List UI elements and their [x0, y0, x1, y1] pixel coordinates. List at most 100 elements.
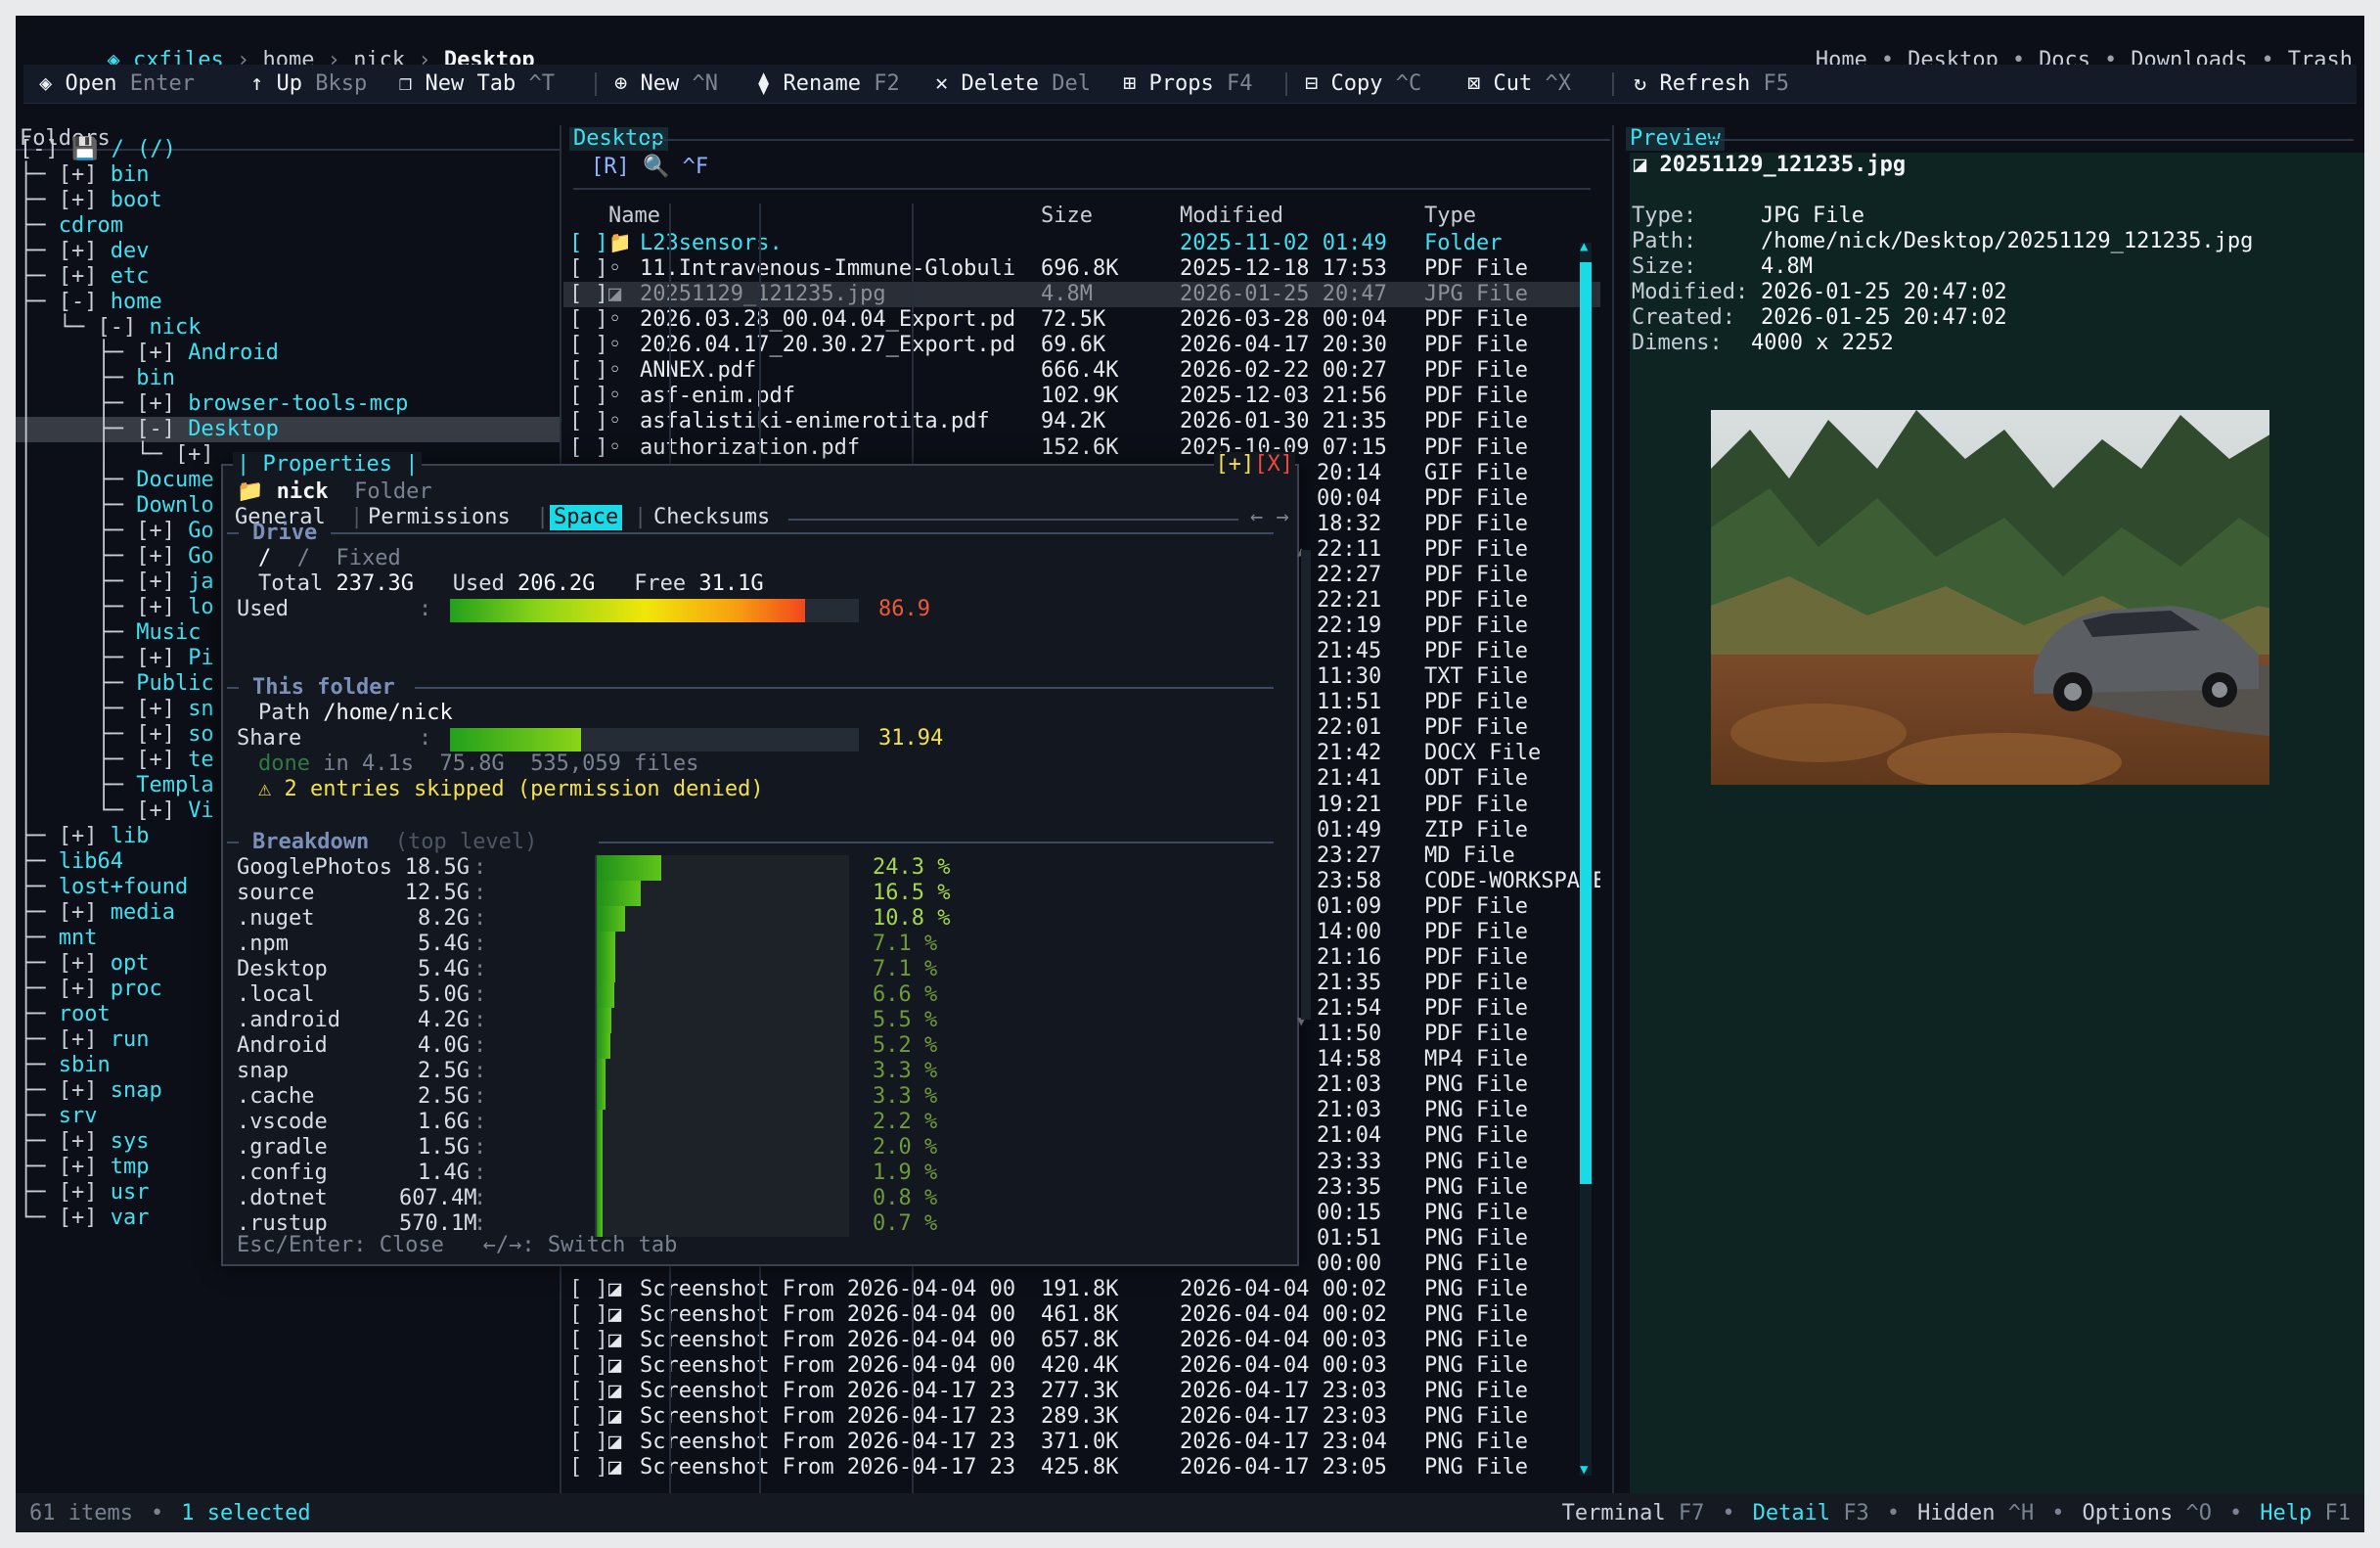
file-name: Screenshot From 2026-04-04 00: [640, 1302, 1016, 1327]
new-tab-button[interactable]: ❐ New Tab ^T: [399, 71, 555, 96]
folder-tree-item[interactable]: ├─ [+] bin: [16, 162, 560, 188]
file-row[interactable]: [ ] ◪ 20251129_121235.jpg 4.8M 2026-01-25 20…: [563, 282, 1600, 307]
cut-button[interactable]: ⊠ Cut ^X: [1467, 71, 1571, 96]
scan-size: 75.8G: [439, 751, 505, 776]
props-button[interactable]: ⊞ Props F4: [1123, 71, 1252, 96]
open-button[interactable]: ◈ Open Enter: [39, 71, 195, 96]
folder-name: Vi: [188, 798, 214, 823]
new-tab-key: ^T: [528, 71, 555, 96]
tab-checksums[interactable]: Checksums: [650, 505, 774, 530]
options-button[interactable]: Options ^O: [2083, 1501, 2212, 1525]
row-checkbox[interactable]: [ ]: [569, 1302, 608, 1328]
folder-name: run: [110, 1027, 150, 1052]
search-hint[interactable]: [R] 🔍 ^F: [591, 155, 708, 180]
file-type: DOCX File: [1424, 741, 1542, 765]
detail-button[interactable]: Detail F3: [1753, 1501, 1869, 1525]
row-checkbox[interactable]: [ ]: [569, 1455, 608, 1480]
folder-tree-item[interactable]: │ ├─ bin: [16, 366, 560, 391]
folder-tree-item[interactable]: ├─ cdrom: [16, 213, 560, 239]
up-button[interactable]: ↑ Up Bksp: [250, 71, 367, 96]
file-row[interactable]: [ ] ◪ Screenshot From 2026-04-17 23 425.8K 2…: [563, 1455, 1600, 1480]
preview-field: Path: /home/nick/Desktop/20251129_121235.…: [1632, 229, 2253, 254]
file-row[interactable]: [ ] ◪ Screenshot From 2026-04-04 00 657.8K 2…: [563, 1328, 1600, 1353]
rename-button[interactable]: ⧫ Rename F2: [757, 71, 900, 96]
file-row[interactable]: [ ] ◪ Screenshot From 2026-04-04 00 420.4K 2…: [563, 1353, 1600, 1379]
file-row[interactable]: [ ] ◪ Screenshot From 2026-04-04 00 191.8K 2…: [563, 1277, 1600, 1302]
file-row[interactable]: [ ] ◦ asfalistiki-enimerotita.pdf 94.2K 2026…: [563, 409, 1600, 434]
tab-nav-arrows[interactable]: ← →: [1250, 505, 1289, 529]
breakdown-subheading: (top level): [394, 830, 538, 854]
row-checkbox[interactable]: [ ]: [569, 435, 608, 461]
row-checkbox[interactable]: [ ]: [569, 282, 608, 307]
new-label: New: [640, 71, 680, 96]
copy-button[interactable]: ⊟ Copy ^C: [1305, 71, 1421, 96]
breakdown-name: Android: [237, 1033, 328, 1058]
file-type: PNG File: [1424, 1072, 1528, 1097]
delete-button[interactable]: ✕ Delete Del: [935, 71, 1091, 96]
folder-tree-item[interactable]: ├─ [-] home: [16, 290, 560, 315]
file-type: PDF File: [1424, 512, 1528, 536]
row-checkbox[interactable]: [ ]: [569, 409, 608, 434]
new-button[interactable]: ⊕ New ^N: [614, 71, 718, 96]
file-row[interactable]: [ ] ◪ Screenshot From 2026-04-17 23 371.0K 2…: [563, 1430, 1600, 1455]
tree-branch: ├─ [+]: [20, 900, 111, 925]
file-row[interactable]: [ ] ◪ Screenshot From 2026-04-17 23 277.3K 2…: [563, 1379, 1600, 1404]
folder-tree-item[interactable]: │ ├─ [-] Desktop: [16, 417, 560, 442]
folder-tree-item[interactable]: [-] 💾 / (/): [16, 137, 560, 162]
scroll-down-icon[interactable]: ▼: [1580, 1462, 1588, 1478]
column-type[interactable]: Type: [1424, 204, 1476, 228]
file-type: PNG File: [1424, 1098, 1528, 1122]
row-checkbox[interactable]: [ ]: [569, 1404, 608, 1430]
file-type-icon: ◪: [608, 1430, 622, 1454]
scrollbar-thumb[interactable]: [1580, 262, 1592, 1184]
row-checkbox[interactable]: [ ]: [569, 333, 608, 358]
folder-tree-item[interactable]: │ └─ [-] nick: [16, 315, 560, 341]
column-name[interactable]: Name: [608, 204, 660, 228]
file-row[interactable]: [ ] ◦ ANNEX.pdf 666.4K 2026-02-22 00:27 PDF F…: [563, 358, 1600, 384]
file-row[interactable]: [ ] ◦ 2026.03.28_00.04.04_Export.pd 72.5K 20…: [563, 307, 1600, 333]
scroll-up-icon[interactable]: ▲: [1580, 239, 1588, 254]
file-type: ODT File: [1424, 766, 1528, 791]
row-checkbox[interactable]: [ ]: [569, 231, 608, 256]
file-modified: 2026-03-28 00:04: [1180, 307, 1387, 332]
file-row[interactable]: [ ] ◦ asf-enim.pdf 102.9K 2025-12-03 21:56 PD…: [563, 384, 1600, 409]
file-size: 94.2K: [1041, 409, 1106, 433]
folder-tree-item[interactable]: ├─ [+] dev: [16, 239, 560, 264]
file-list-scrollbar[interactable]: ▲ ▼: [1580, 239, 1592, 1478]
row-checkbox[interactable]: [ ]: [569, 1379, 608, 1404]
file-row[interactable]: [ ] ◦ 2026.04.17_20.30.27_Export.pd 69.6K 20…: [563, 333, 1600, 358]
terminal-button[interactable]: Terminal F7: [1562, 1501, 1705, 1525]
row-checkbox[interactable]: [ ]: [569, 384, 608, 409]
column-modified[interactable]: Modified: [1180, 204, 1283, 228]
row-checkbox[interactable]: [ ]: [569, 307, 608, 333]
folder-tree-item[interactable]: │ ├─ [+] Android: [16, 341, 560, 366]
refresh-button[interactable]: ↻ Refresh F5: [1634, 71, 1789, 96]
breakdown-bar: [595, 906, 849, 932]
row-checkbox[interactable]: [ ]: [569, 1430, 608, 1455]
tree-branch: ├─ [+]: [20, 977, 111, 1001]
file-type-icon: 📁: [608, 231, 628, 255]
column-size[interactable]: Size: [1041, 204, 1093, 228]
file-size: 666.4K: [1041, 358, 1119, 383]
tab-space[interactable]: Space: [550, 505, 623, 530]
folder-tree-item[interactable]: ├─ [+] boot: [16, 188, 560, 213]
expand-button[interactable]: [+]: [1216, 452, 1255, 477]
help-button[interactable]: Help F1: [2260, 1501, 2351, 1525]
tree-branch: ├─ [+]: [20, 188, 111, 212]
hidden-button[interactable]: Hidden ^H: [1917, 1501, 2034, 1525]
row-checkbox[interactable]: [ ]: [569, 1328, 608, 1353]
close-button[interactable]: [X]: [1254, 452, 1293, 477]
dialog-scrollbar[interactable]: [1301, 550, 1311, 1020]
row-checkbox[interactable]: [ ]: [569, 358, 608, 384]
file-row[interactable]: [ ] ◪ Screenshot From 2026-04-04 00 461.8K 2…: [563, 1302, 1600, 1328]
folder-tree-item[interactable]: │ ├─ [+] browser-tools-mcp: [16, 391, 560, 417]
file-row[interactable]: [ ] ◦ 11.Intravenous-Immune-Globuli 696.8K 2…: [563, 256, 1600, 282]
row-checkbox[interactable]: [ ]: [569, 256, 608, 282]
tab-permissions[interactable]: Permissions: [364, 505, 515, 530]
file-row[interactable]: [ ] 📁 L23sensors. 2025-11-02 01:49 Folder: [563, 231, 1600, 256]
file-row[interactable]: [ ] ◦ authorization.pdf 152.6K 2025-10-09 07…: [563, 435, 1600, 461]
row-checkbox[interactable]: [ ]: [569, 1277, 608, 1302]
row-checkbox[interactable]: [ ]: [569, 1353, 608, 1379]
file-row[interactable]: [ ] ◪ Screenshot From 2026-04-17 23 289.3K 2…: [563, 1404, 1600, 1430]
folder-tree-item[interactable]: ├─ [+] etc: [16, 264, 560, 290]
